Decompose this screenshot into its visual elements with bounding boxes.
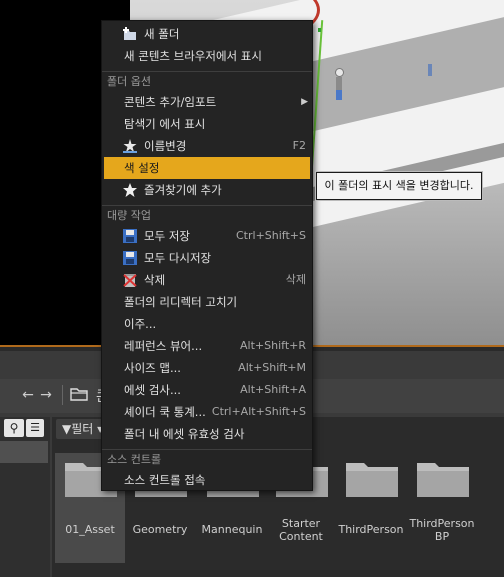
character-head — [335, 68, 344, 77]
character-legs — [336, 90, 342, 100]
menu-label: 모두 다시저장 — [144, 251, 212, 265]
menu-shortcut: Alt+Shift+M — [238, 361, 306, 374]
new-folder-icon — [123, 27, 136, 40]
menu-label: 콘텐츠 추가/임포트 — [124, 95, 217, 109]
arrow-left-icon[interactable]: ← — [20, 387, 36, 403]
folder-label: 01_Asset — [65, 523, 115, 536]
folder-label: Mannequin — [201, 523, 263, 536]
menu-section-bulk-actions: 대량 작업 — [102, 205, 312, 225]
menu-item-reference-viewer[interactable]: 레퍼런스 뷰어... Alt+Shift+R — [104, 335, 310, 357]
menu-item-migrate[interactable]: 이주... — [104, 313, 310, 335]
menu-item-audit-assets[interactable]: 에셋 검사... Alt+Shift+A — [104, 379, 310, 401]
menu-label: 새 콘텐츠 브라우저에서 표시 — [124, 49, 262, 63]
folder-label: Starter Content — [279, 517, 323, 543]
menu-item-new-folder[interactable]: 새 폴더 — [104, 23, 310, 45]
folder-icon — [346, 463, 398, 497]
menu-section-source-control: 소스 컨트롤 — [102, 449, 312, 469]
menu-item-shader-cook-stats[interactable]: 셰이더 쿡 통계... Ctrl+Alt+Shift+S — [104, 401, 310, 423]
character-body — [336, 77, 342, 91]
menu-label: 폴더 내 에셋 유효성 검사 — [124, 427, 245, 441]
menu-label: 이름변경 — [144, 139, 187, 153]
mannequin-character[interactable] — [333, 68, 345, 100]
menu-item-show-in-new-browser[interactable]: 새 콘텐츠 브라우저에서 표시 — [104, 45, 310, 67]
menu-label: 색 설정 — [124, 161, 160, 175]
menu-shortcut: Ctrl+Alt+Shift+S — [211, 405, 306, 418]
filter-label: 필터 — [71, 422, 94, 436]
menu-item-add-import[interactable]: 콘텐츠 추가/임포트 ▶ — [104, 91, 310, 113]
menu-shortcut: Ctrl+Shift+S — [236, 229, 306, 242]
tooltip: 이 폴더의 표시 색을 변경합니다. — [315, 171, 483, 201]
viewport-pawn[interactable] — [428, 64, 432, 76]
sources-panel: ⚲ ☰ — [0, 417, 50, 577]
menu-shortcut: Alt+Shift+R — [240, 339, 306, 352]
folder-tile[interactable]: ThirdPerson — [336, 453, 406, 563]
arrow-right-icon[interactable]: → — [38, 387, 54, 403]
source-tree-row[interactable] — [0, 441, 48, 463]
menu-label: 즐겨찾기에 추가 — [144, 183, 222, 197]
nav-divider — [62, 385, 63, 405]
menu-item-save-all[interactable]: 모두 저장 Ctrl+Shift+S — [104, 225, 310, 247]
menu-shortcut: 삭제 — [285, 273, 306, 286]
menu-section-folder-options: 폴더 옵션 — [102, 71, 312, 91]
menu-label: 소스 컨트롤 접속 — [124, 473, 206, 487]
submenu-arrow-icon: ▶ — [301, 97, 308, 107]
menu-item-add-favorite[interactable]: 즐겨찾기에 추가 — [104, 179, 310, 201]
menu-label: 이주... — [124, 317, 157, 331]
folder-icon[interactable] — [70, 387, 88, 401]
menu-label: 새 폴더 — [144, 27, 180, 41]
menu-item-rename[interactable]: 이름변경 F2 — [104, 135, 310, 157]
folder-tile[interactable]: ThirdPerson BP — [407, 453, 477, 563]
save-icon — [123, 229, 137, 243]
search-icon[interactable]: ⚲ — [4, 419, 24, 437]
viewport-marker — [318, 28, 321, 32]
menu-label: 삭제 — [144, 273, 166, 287]
star-icon — [123, 183, 137, 197]
menu-shortcut: F2 — [292, 139, 306, 152]
folder-label: Geometry — [132, 523, 188, 536]
folder-label: ThirdPerson BP — [409, 517, 475, 543]
menu-label: 에셋 검사... — [124, 383, 181, 397]
menu-item-show-in-explorer[interactable]: 탐색기 에서 표시 — [104, 113, 310, 135]
menu-label: 셰이더 쿡 통계... — [124, 405, 206, 419]
menu-label: 폴더의 리디렉터 고치기 — [124, 295, 238, 309]
menu-item-validate-assets[interactable]: 폴더 내 에셋 유효성 검사 — [104, 423, 310, 445]
editor-window: ← → 콘 ⚲ ☰ ▼필터 ▾ 01_Asset Geometry — [0, 0, 504, 577]
menu-shortcut: Alt+Shift+A — [240, 383, 306, 396]
menu-item-size-map[interactable]: 사이즈 맵... Alt+Shift+M — [104, 357, 310, 379]
menu-label: 모두 저장 — [144, 229, 190, 243]
folder-context-menu: 새 폴더 새 콘텐츠 브라우저에서 표시 폴더 옵션 콘텐츠 추가/임포트 ▶ … — [101, 20, 313, 491]
menu-item-fix-redirectors[interactable]: 폴더의 리디렉터 고치기 — [104, 291, 310, 313]
menu-label: 탐색기 에서 표시 — [124, 117, 206, 131]
menu-label: 레퍼런스 뷰어... — [124, 339, 203, 353]
rename-icon — [123, 139, 137, 153]
menu-item-delete[interactable]: 삭제 삭제 — [104, 269, 310, 291]
menu-item-set-color[interactable]: 색 설정 — [104, 157, 310, 179]
folder-label: ThirdPerson — [338, 523, 404, 536]
save-icon — [123, 251, 137, 265]
menu-label: 사이즈 맵... — [124, 361, 181, 375]
delete-icon — [123, 274, 137, 287]
folder-icon — [417, 463, 469, 497]
menu-item-connect-source-control[interactable]: 소스 컨트롤 접속 — [104, 469, 310, 491]
list-view-icon[interactable]: ☰ — [26, 419, 44, 437]
menu-item-resave-all[interactable]: 모두 다시저장 — [104, 247, 310, 269]
